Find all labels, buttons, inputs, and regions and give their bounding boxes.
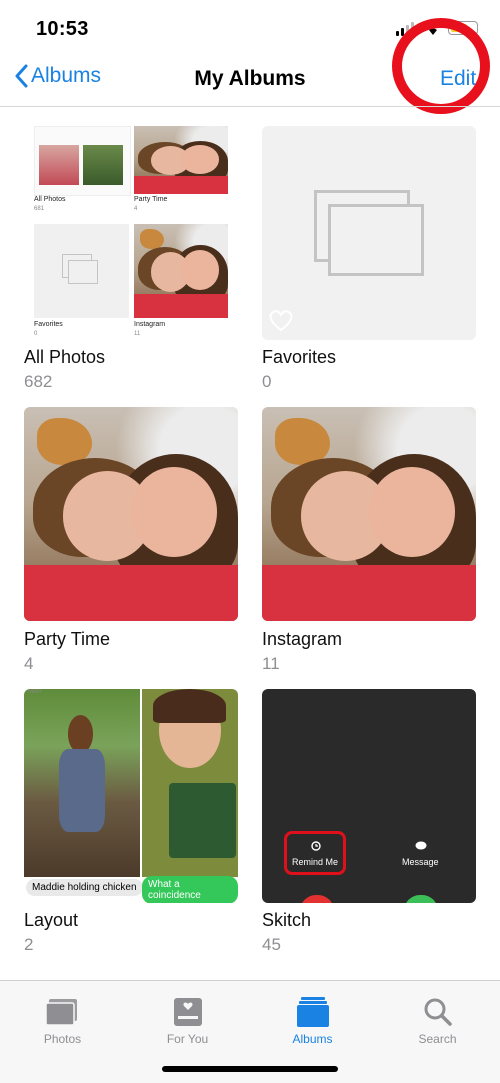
mini-count: 11 xyxy=(134,331,141,337)
album-thumbnail-party-time[interactable] xyxy=(24,407,238,621)
album-name: All Photos xyxy=(24,347,106,367)
wifi-icon xyxy=(422,20,444,36)
tab-label: For You xyxy=(166,1032,209,1046)
album-count: 4 xyxy=(24,654,34,673)
album-count: 45 xyxy=(262,935,281,954)
album-count: 0 xyxy=(262,372,272,391)
remind-me-highlight xyxy=(284,831,346,875)
mini-count: 0 xyxy=(34,331,38,337)
heart-icon xyxy=(269,310,293,332)
mini-count: 681 xyxy=(34,206,45,212)
mini-thumb-favorites xyxy=(34,224,129,318)
accept-call-icon xyxy=(404,895,438,903)
album-thumbnail-favorites[interactable] xyxy=(262,126,476,340)
message-bubble-icon xyxy=(415,841,427,850)
mom-label: Mom xyxy=(28,689,42,695)
layout-photo-right xyxy=(141,689,238,878)
tab-search[interactable]: Search xyxy=(375,992,500,1046)
search-icon xyxy=(375,992,500,1032)
mini-label: Party Time xyxy=(134,196,168,203)
mini-label: All Photos xyxy=(34,196,66,203)
mini-label: Favorites xyxy=(34,321,63,328)
nav-divider xyxy=(0,106,500,107)
home-indicator[interactable] xyxy=(162,1066,338,1072)
page-title: My Albums xyxy=(194,67,306,90)
album-name: Favorites xyxy=(262,347,337,367)
tab-label: Search xyxy=(418,1032,457,1046)
mini-thumb-all-photos xyxy=(34,126,131,196)
albums-icon xyxy=(250,992,375,1032)
album-name: Layout xyxy=(24,910,79,930)
status-time: 10:53 xyxy=(36,18,89,40)
album-thumbnail-skitch[interactable]: Remind Me Message xyxy=(262,689,476,903)
album-count: 2 xyxy=(24,935,34,954)
album-name: Skitch xyxy=(262,910,312,930)
mini-label: Instagram xyxy=(134,321,166,328)
album-thumbnail-all-photos[interactable]: All Photos 681 Party Time 4 Favorites 0 … xyxy=(24,126,238,340)
album-name: Party Time xyxy=(24,629,111,649)
cellular-signal-icon xyxy=(396,22,418,36)
album-count: 11 xyxy=(262,654,280,673)
tab-for-you[interactable]: For You xyxy=(125,992,250,1046)
album-count: 682 xyxy=(24,372,53,391)
album-name: Instagram xyxy=(262,629,343,649)
caption-bubble-green: What a coincidence xyxy=(142,876,238,903)
edit-button[interactable]: Edit xyxy=(440,67,476,91)
caption-bubble-grey: Maddie holding chicken xyxy=(26,879,143,896)
for-you-icon xyxy=(125,992,250,1032)
tab-albums[interactable]: Albums xyxy=(250,992,375,1046)
decline-call-icon xyxy=(300,895,334,903)
album-thumbnail-layout[interactable]: Mom Maddie holding chicken What a coinci… xyxy=(24,689,238,903)
tab-label: Albums xyxy=(292,1032,333,1046)
remind-me-label: Remind Me xyxy=(292,857,339,867)
alarm-clock-icon xyxy=(311,841,321,851)
tab-photos[interactable]: Photos xyxy=(0,992,125,1046)
tab-label: Photos xyxy=(43,1032,82,1046)
mini-thumb-party-time xyxy=(134,126,228,194)
mini-thumb-instagram xyxy=(134,224,228,318)
mini-count: 4 xyxy=(134,206,138,212)
photos-icon xyxy=(0,992,125,1032)
message-label: Message xyxy=(402,857,439,867)
battery-icon xyxy=(448,21,478,35)
layout-photo-left xyxy=(24,689,140,878)
album-thumbnail-instagram[interactable] xyxy=(262,407,476,621)
